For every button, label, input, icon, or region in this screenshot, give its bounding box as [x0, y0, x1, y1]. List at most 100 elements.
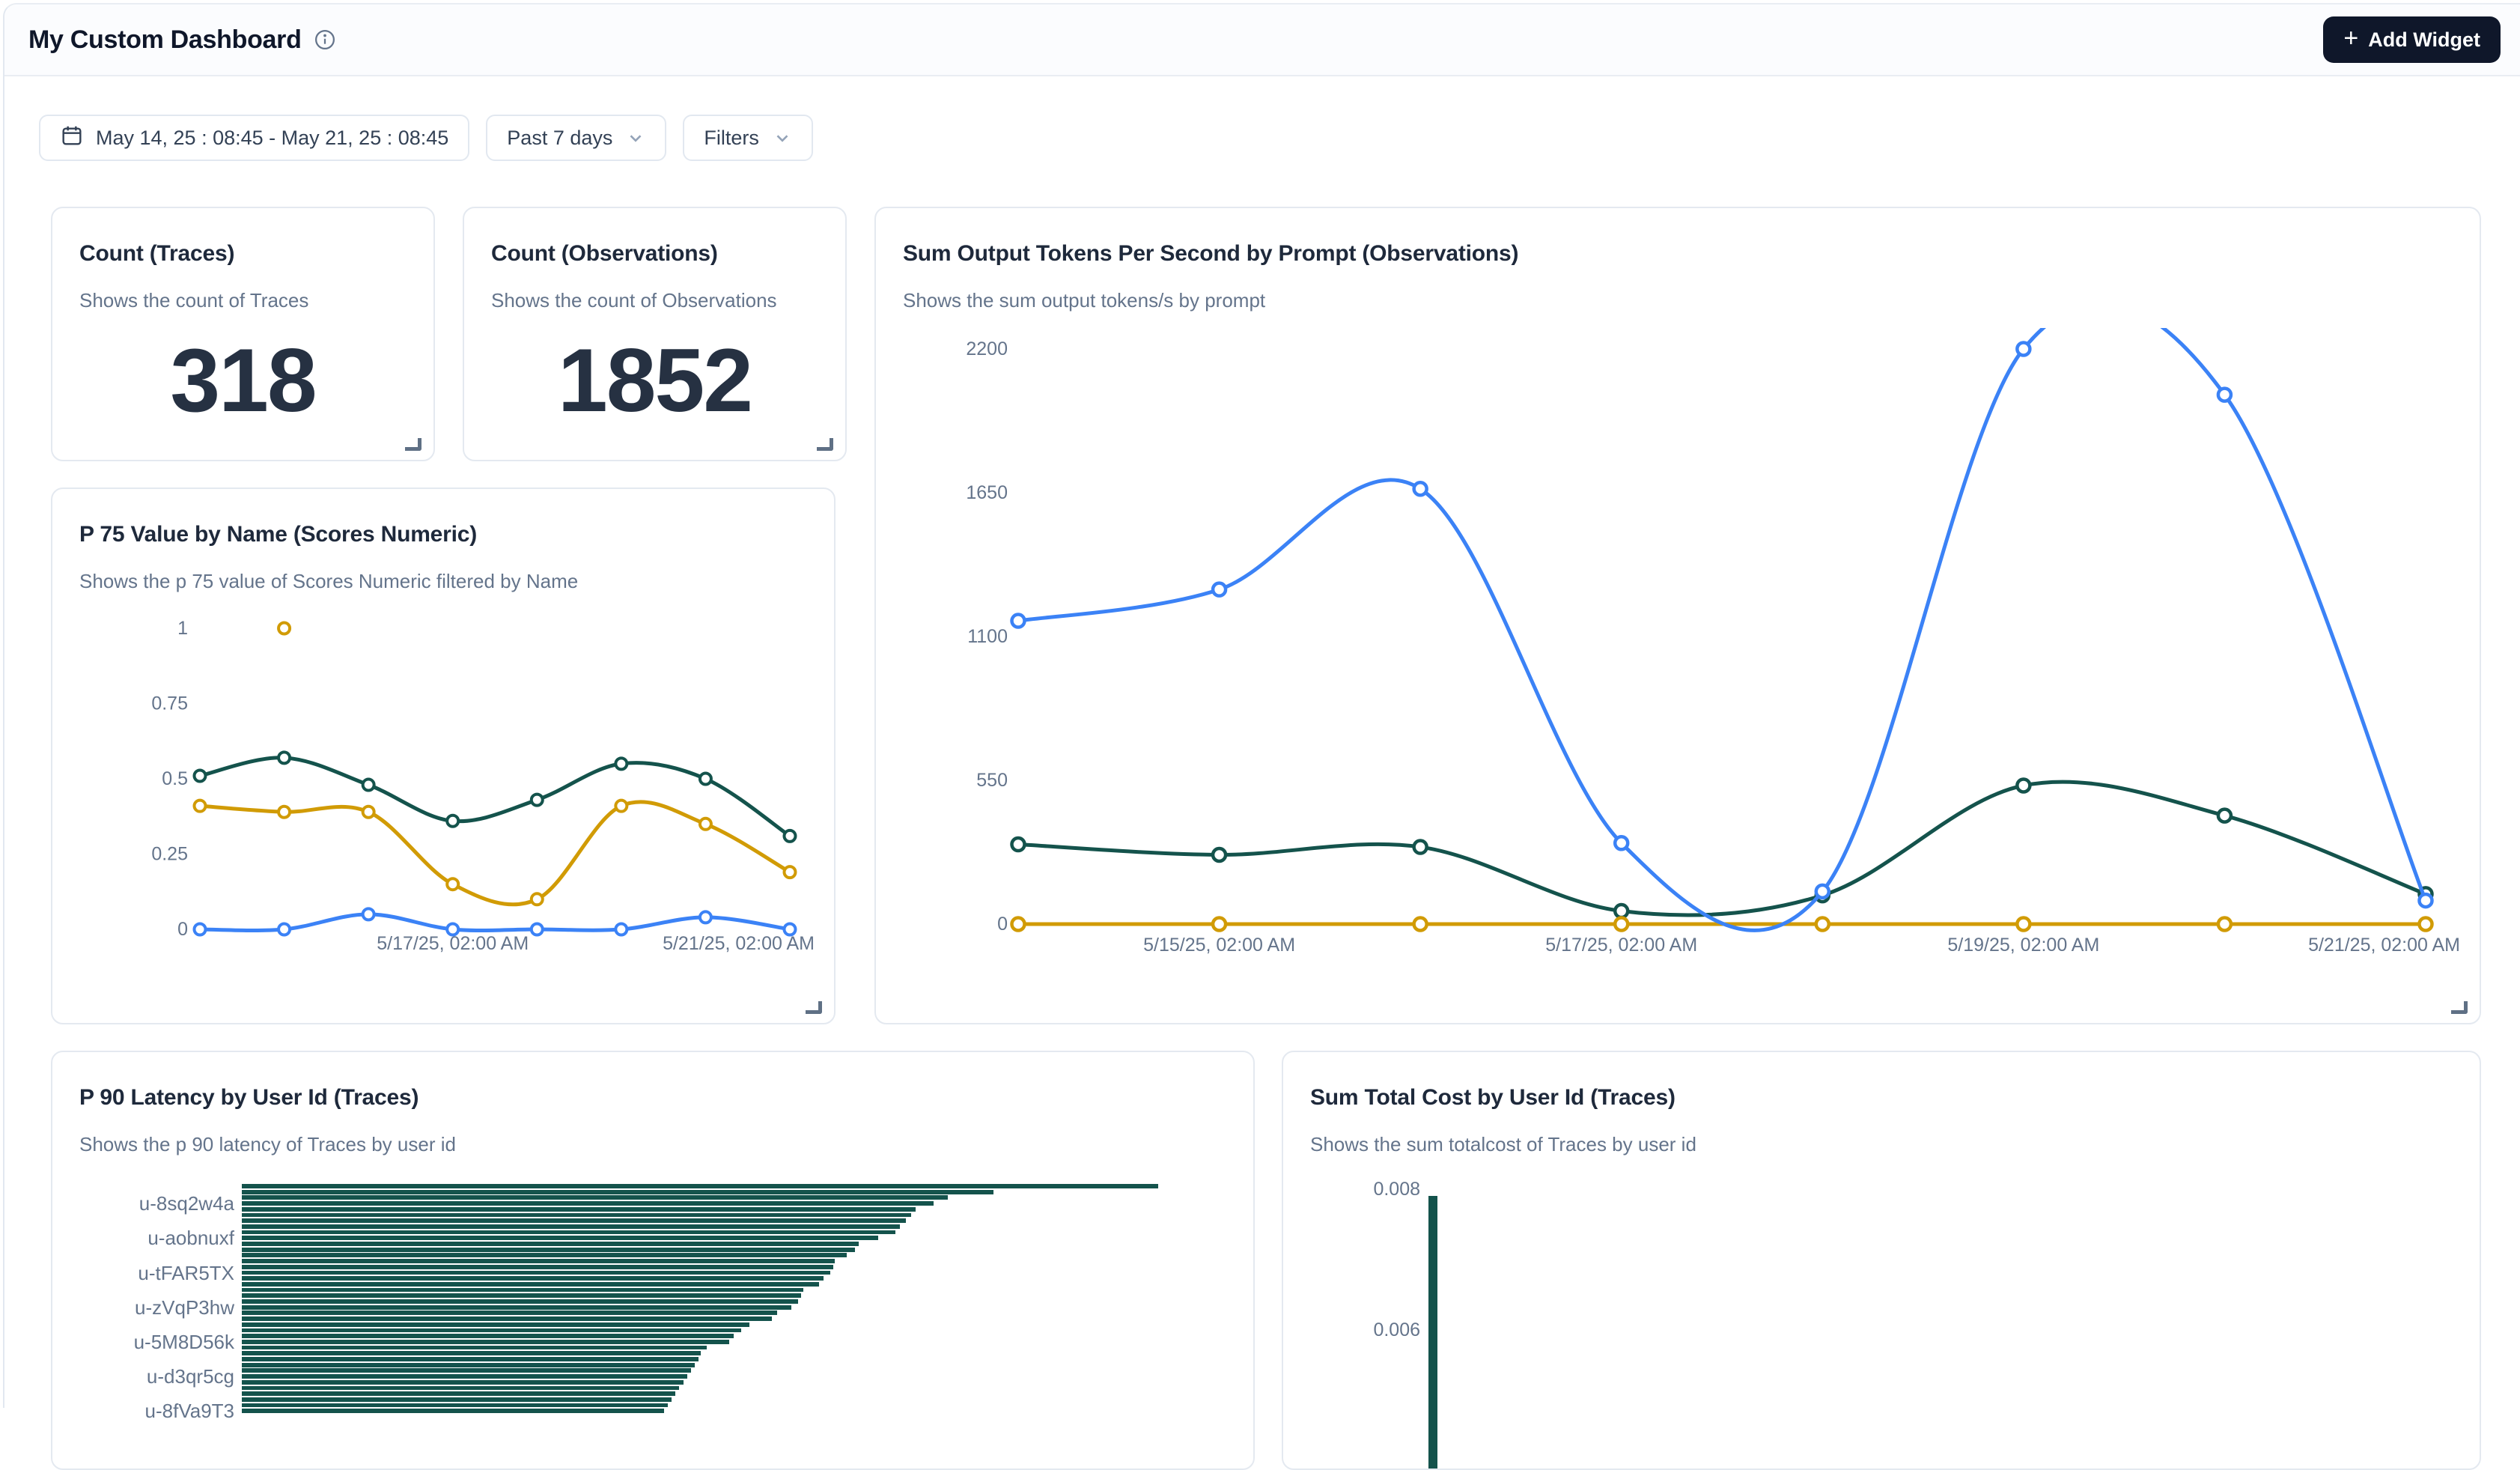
data-point-marker [532, 893, 543, 905]
data-point-marker [195, 924, 206, 935]
data-point-marker [363, 908, 374, 920]
latency-bar [242, 1265, 833, 1269]
data-point-marker [700, 911, 711, 923]
latency-bar [242, 1288, 803, 1293]
latency-bar [242, 1363, 695, 1367]
latency-bar [242, 1207, 916, 1212]
data-point-marker [784, 866, 795, 878]
widget-sum-total-cost-by-user[interactable]: Sum Total Cost by User Id (Traces) Shows… [1282, 1051, 2481, 1470]
y-axis-tick: 1650 [966, 482, 1008, 503]
y-axis-tick: 2200 [966, 338, 1008, 359]
latency-bar [242, 1305, 791, 1310]
data-point-marker [784, 924, 795, 935]
data-point-marker [1012, 918, 1025, 931]
p75-line-chart: 00.250.50.7515/17/25, 02:00 AM5/21/25, 0… [66, 603, 824, 962]
y-axis-tick: 550 [976, 770, 1008, 791]
latency-bar [242, 1403, 668, 1408]
widget-count-observations[interactable]: Count (Observations) Shows the count of … [463, 207, 847, 461]
data-point-marker [1213, 918, 1226, 931]
p90-bar-chart [242, 1184, 1163, 1470]
data-point-marker [700, 774, 711, 785]
cost-bar [1428, 1196, 1437, 1470]
date-range-value: May 14, 25 : 08:45 - May 21, 25 : 08:45 [96, 127, 448, 150]
user-id-label: u-8sq2w4a [139, 1194, 234, 1213]
x-axis-tick: 5/15/25, 02:00 AM [1143, 935, 1295, 956]
axes: 05501100165022005/15/25, 02:00 AM5/17/25… [966, 338, 2460, 956]
widget-title: Sum Output Tokens Per Second by Prompt (… [903, 241, 1518, 267]
series-blue [1012, 328, 2432, 930]
data-point-marker [279, 623, 290, 634]
latency-bar [242, 1184, 1158, 1188]
resize-handle-icon[interactable] [806, 1001, 822, 1014]
time-preset-value: Past 7 days [507, 127, 612, 150]
page-title: My Custom Dashboard [28, 25, 302, 55]
widget-p90-latency-by-user[interactable]: P 90 Latency by User Id (Traces) Shows t… [51, 1051, 1255, 1470]
time-preset-dropdown[interactable]: Past 7 days [486, 115, 666, 161]
latency-bar [242, 1259, 835, 1263]
latency-bar [242, 1195, 948, 1200]
widget-p75-value-by-name[interactable]: P 75 Value by Name (Scores Numeric) Show… [51, 488, 836, 1024]
y-axis-tick: 0.75 [151, 693, 188, 714]
data-point-marker [2218, 810, 2231, 822]
latency-bar [242, 1374, 687, 1379]
user-id-label: u-aobnuxf [147, 1228, 234, 1248]
data-point-marker [279, 807, 290, 818]
y-axis-tick: 1 [177, 618, 188, 639]
date-range-picker[interactable]: May 14, 25 : 08:45 - May 21, 25 : 08:45 [39, 115, 469, 161]
latency-bar [242, 1334, 734, 1338]
data-point-marker [532, 795, 543, 806]
data-point-marker [2218, 918, 2231, 931]
data-point-marker [2218, 389, 2231, 401]
add-widget-button[interactable]: + Add Widget [2323, 16, 2501, 63]
data-point-marker [2017, 779, 2030, 792]
latency-bar [242, 1201, 934, 1206]
data-point-marker [363, 780, 374, 791]
plus-icon: + [2343, 25, 2358, 51]
resize-handle-icon[interactable] [2451, 1001, 2468, 1014]
x-axis-tick: 5/21/25, 02:00 AM [663, 933, 815, 954]
latency-bar [242, 1351, 701, 1355]
latency-bar [242, 1190, 993, 1194]
latency-bar [242, 1224, 900, 1229]
resize-handle-icon[interactable] [817, 438, 833, 451]
data-point-marker [700, 818, 711, 830]
latency-bar [242, 1253, 847, 1257]
filters-dropdown[interactable]: Filters [683, 115, 813, 161]
widget-sum-output-tokens[interactable]: Sum Output Tokens Per Second by Prompt (… [874, 207, 2481, 1024]
data-point-marker [1213, 583, 1226, 596]
data-point-marker [1414, 918, 1427, 931]
latency-bar [242, 1218, 906, 1223]
user-id-label: u-5M8D56k [134, 1332, 234, 1352]
resize-handle-icon[interactable] [405, 438, 421, 451]
cost-bar-chart [1283, 1052, 2480, 1469]
widget-title: Count (Observations) [491, 241, 718, 267]
user-id-label: u-8fVa9T3 [145, 1401, 234, 1421]
widget-subtitle: Shows the count of Observations [491, 289, 777, 312]
data-point-marker [447, 816, 458, 827]
latency-bar [242, 1328, 741, 1333]
filters-label: Filters [704, 127, 759, 150]
data-point-marker [615, 801, 627, 812]
latency-bar [242, 1299, 798, 1304]
widget-title: P 90 Latency by User Id (Traces) [79, 1085, 419, 1111]
data-point-marker [1012, 615, 1025, 628]
count-value: 1852 [464, 335, 845, 425]
series-blue [195, 908, 796, 935]
latency-bar [242, 1248, 855, 1252]
widget-count-traces[interactable]: Count (Traces) Shows the count of Traces… [51, 207, 435, 461]
data-point-marker [1816, 885, 1829, 898]
chevron-down-icon [626, 128, 645, 148]
y-axis-tick: 0 [177, 919, 188, 940]
data-point-marker [532, 924, 543, 935]
p90-user-id-labels: u-8sq2w4au-aobnuxfu-tFAR5TXu-zVqP3hwu-5M… [52, 1184, 234, 1470]
info-icon[interactable] [314, 28, 336, 51]
page-header: My Custom Dashboard + Add Widget [4, 4, 2520, 76]
widget-title: Count (Traces) [79, 241, 234, 267]
series-amber-single-point [279, 623, 290, 634]
latency-bar [242, 1357, 699, 1361]
y-axis-tick: 0.5 [162, 768, 188, 789]
latency-bar [242, 1310, 777, 1315]
user-id-label: u-zVqP3hw [135, 1298, 234, 1317]
add-widget-label: Add Widget [2368, 28, 2480, 52]
axes: 00.250.50.7515/17/25, 02:00 AM5/21/25, 0… [151, 618, 815, 954]
